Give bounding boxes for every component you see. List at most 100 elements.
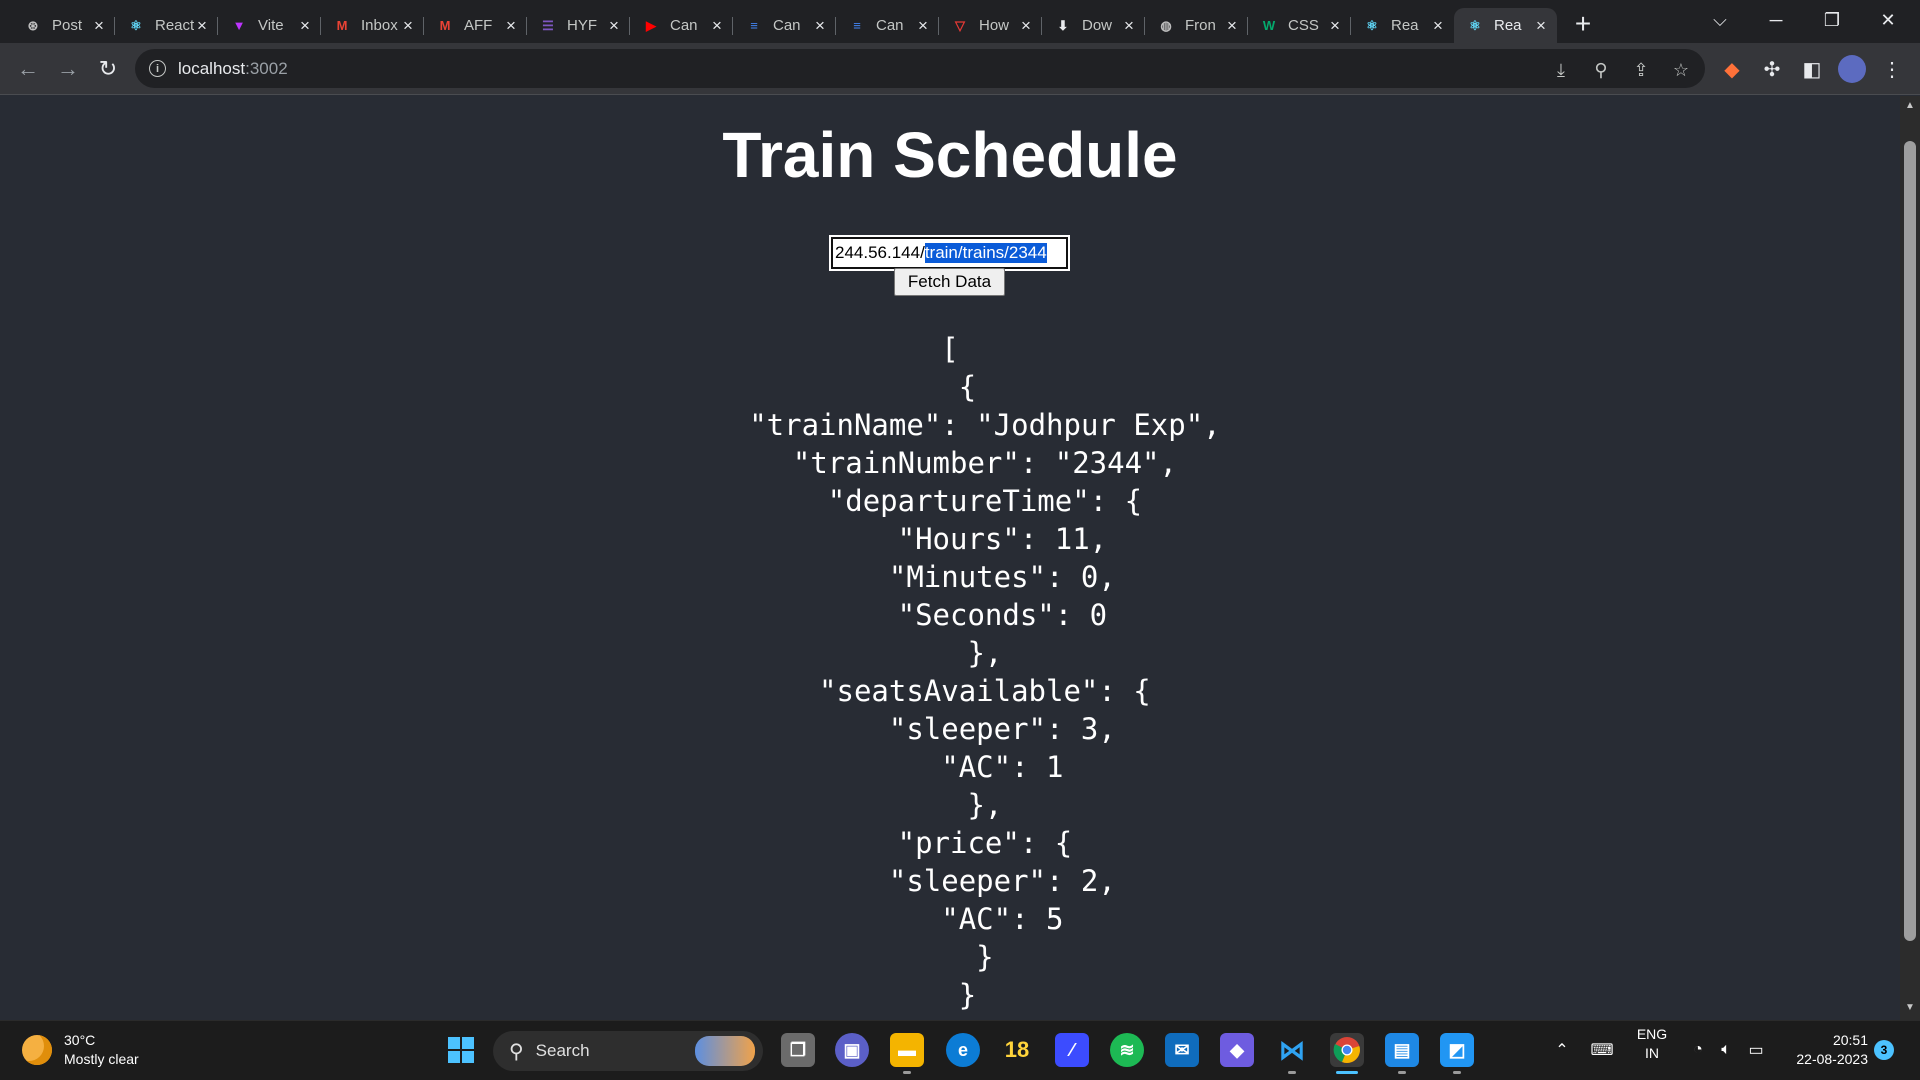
weather-widget[interactable]: 30°C Mostly clear xyxy=(22,1031,139,1069)
browser-tab[interactable]: ⚛ Rea × xyxy=(1351,8,1454,43)
browser-tab[interactable]: ⚛ React × xyxy=(115,8,218,43)
scroll-down-arrow-icon[interactable]: ▼ xyxy=(1904,1002,1916,1013)
globe-icon: ◍ xyxy=(1160,17,1172,33)
openai-icon: ⊛ xyxy=(27,17,39,33)
chrome-icon[interactable] xyxy=(1330,1033,1364,1067)
docs-icon: ≡ xyxy=(853,18,861,33)
notification-badge[interactable]: 3 xyxy=(1874,1040,1894,1060)
reload-button[interactable]: ↻ xyxy=(92,53,124,85)
browser-tab[interactable]: ☰ HYF × xyxy=(527,8,630,43)
scroll-up-arrow-icon[interactable]: ▲ xyxy=(1904,100,1916,111)
taskbar-search[interactable]: ⚲ Search xyxy=(493,1031,763,1071)
browser-tab[interactable]: W CSS × xyxy=(1248,8,1351,43)
tray-overflow-chevron-icon[interactable]: ⌃ xyxy=(1550,1033,1574,1067)
tab-close-icon[interactable]: × xyxy=(1018,17,1034,34)
tab-close-icon[interactable]: × xyxy=(1121,17,1137,34)
tab-close-icon[interactable]: × xyxy=(1327,17,1343,34)
fetch-data-button[interactable]: Fetch Data xyxy=(894,268,1005,296)
mail-icon[interactable]: ✉ xyxy=(1165,1033,1199,1067)
scrollbar-thumb[interactable] xyxy=(1904,141,1916,941)
browser-tab[interactable]: ◍ Fron × xyxy=(1145,8,1248,43)
task-view-icon[interactable]: ❐ xyxy=(781,1033,815,1067)
tab-title: AFF xyxy=(464,17,493,34)
browser-tab[interactable]: M Inbox × xyxy=(321,8,424,43)
menu-kebab-icon[interactable]: ⋮ xyxy=(1878,55,1906,83)
back-button[interactable]: ← xyxy=(12,53,44,85)
forward-button[interactable]: → xyxy=(52,53,84,85)
browser-tab[interactable]: ▶ Can × xyxy=(630,8,733,43)
weather-desc: Mostly clear xyxy=(64,1051,139,1067)
tab-search-chevron-icon[interactable]: ⌵ xyxy=(1692,0,1748,40)
tab-close-icon[interactable]: × xyxy=(1224,17,1240,34)
battery-icon[interactable]: ▭ xyxy=(1744,1033,1768,1067)
browser-tab[interactable]: ≡ Can × xyxy=(836,8,939,43)
badge-18-icon[interactable]: 18 xyxy=(1000,1033,1034,1067)
zoom-icon[interactable]: ⚲ xyxy=(1589,58,1613,82)
tab-close-icon[interactable]: × xyxy=(709,17,725,34)
close-window-button[interactable]: ✕ xyxy=(1860,0,1916,40)
browser-tab[interactable]: ▽ How × xyxy=(939,8,1042,43)
vscode-icon[interactable]: ⋈ xyxy=(1275,1033,1309,1067)
page-scrollbar[interactable]: ▲ ▼ xyxy=(1900,96,1920,1020)
tab-close-icon[interactable]: × xyxy=(400,17,416,34)
profile-avatar[interactable] xyxy=(1838,55,1866,83)
tab-close-icon[interactable]: × xyxy=(1533,17,1549,34)
weather-temp: 30°C xyxy=(64,1032,96,1048)
new-tab-button[interactable]: + xyxy=(1563,4,1603,44)
spotify-icon[interactable]: ≋ xyxy=(1110,1033,1144,1067)
running-indicator xyxy=(1453,1071,1461,1074)
share-icon[interactable]: ⇪ xyxy=(1629,58,1653,82)
react-icon: ⚛ xyxy=(1469,17,1481,33)
browser-tab[interactable]: M AFF × xyxy=(424,8,527,43)
tab-title: Rea xyxy=(1391,17,1419,34)
site-info-icon[interactable]: i xyxy=(149,60,166,77)
tab-close-icon[interactable]: × xyxy=(1430,17,1446,34)
photos-icon[interactable]: ◩ xyxy=(1440,1033,1474,1067)
browser-tab[interactable]: ≡ Can × xyxy=(733,8,836,43)
windows-taskbar: 30°C Mostly clear ⚲ Search ❐ ▣ ▬ e 18 ⁄ … xyxy=(0,1020,1920,1080)
extensions-puzzle-icon[interactable]: ✣ xyxy=(1758,55,1786,83)
browser-tab[interactable]: ⊛ Post × xyxy=(12,8,115,43)
edge-browser-icon[interactable]: e xyxy=(946,1033,980,1067)
tab-close-icon[interactable]: × xyxy=(915,17,931,34)
browser-tab[interactable]: ▼ Vite × xyxy=(218,8,321,43)
language-indicator[interactable]: ENG IN xyxy=(1628,1025,1676,1063)
react-icon: ⚛ xyxy=(1366,17,1378,33)
copilot-icon[interactable]: ◆ xyxy=(1220,1033,1254,1067)
browser-tab[interactable]: ⬇ Dow × xyxy=(1042,8,1145,43)
notepad-icon[interactable]: ▤ xyxy=(1385,1033,1419,1067)
notes-app-icon[interactable]: ⁄ xyxy=(1055,1033,1089,1067)
taskbar-clock[interactable]: 20:51 22-08-2023 xyxy=(1784,1031,1868,1069)
file-explorer-icon[interactable]: ▬ xyxy=(890,1033,924,1067)
start-windows-icon[interactable] xyxy=(444,1033,478,1067)
restore-button[interactable]: ❐ xyxy=(1804,0,1860,40)
gmail-icon: M xyxy=(336,18,348,33)
bookmark-star-icon[interactable]: ☆ xyxy=(1669,58,1693,82)
teams-chat-icon[interactable]: ▣ xyxy=(835,1033,869,1067)
tab-close-icon[interactable]: × xyxy=(297,17,313,34)
browser-tab[interactable]: ⚛ Rea × xyxy=(1454,8,1557,43)
browser-toolbar: ← → ↻ i localhost:3002 ⤓ ⚲ ⇪ ☆ ◆ ✣ ◧ ⋮ xyxy=(0,43,1920,95)
wifi-icon[interactable]: ◔ xyxy=(1686,1033,1710,1067)
tab-close-icon[interactable]: × xyxy=(194,17,210,34)
volume-icon[interactable]: 🔈︎ xyxy=(1714,1033,1738,1067)
search-label: Search xyxy=(535,1041,590,1060)
address-url: localhost:3002 xyxy=(178,58,288,78)
extension-fox-icon[interactable]: ◆ xyxy=(1718,55,1746,83)
install-app-icon[interactable]: ⤓ xyxy=(1549,58,1573,82)
api-url-input[interactable]: 244.56.144/train/trains/2344 xyxy=(829,235,1070,271)
address-bar[interactable]: i localhost:3002 ⤓ ⚲ ⇪ ☆ xyxy=(135,49,1705,88)
tab-title: React xyxy=(155,17,194,34)
search-highlight-graphic xyxy=(695,1036,755,1066)
tab-close-icon[interactable]: × xyxy=(91,17,107,34)
side-panel-icon[interactable]: ◧ xyxy=(1798,55,1826,83)
tab-close-icon[interactable]: × xyxy=(812,17,828,34)
tab-close-icon[interactable]: × xyxy=(606,17,622,34)
tab-close-icon[interactable]: × xyxy=(503,17,519,34)
keyboard-icon[interactable]: ⌨ xyxy=(1590,1033,1614,1067)
tab-strip: ⊛ Post × ⚛ React × ▼ Vite × M Inbox × M AFF × ☰ HYF × ▶ Can… xyxy=(0,0,1920,43)
list-icon: ☰ xyxy=(542,17,554,33)
input-text-unselected: 244.56.144/ xyxy=(835,243,925,262)
vite-icon: ▼ xyxy=(232,18,246,33)
minimize-button[interactable]: ─ xyxy=(1748,0,1804,40)
